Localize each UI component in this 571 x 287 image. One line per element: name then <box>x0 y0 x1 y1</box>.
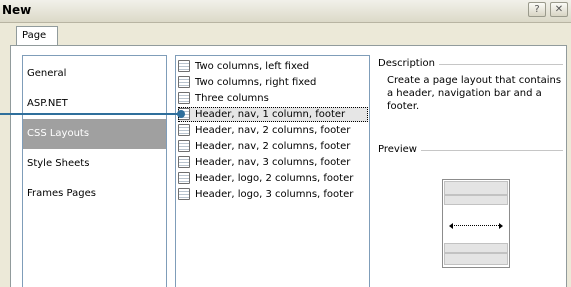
page-layout-icon <box>178 60 190 72</box>
close-button[interactable]: ✕ <box>550 2 568 17</box>
preview-bottom-band <box>444 253 508 265</box>
category-list[interactable]: General ASP.NET CSS Layouts Style Sheets… <box>22 55 167 287</box>
layout-item[interactable]: Header, logo, 2 columns, footer <box>178 171 368 186</box>
page-layout-icon <box>178 124 190 136</box>
preview-footer-band <box>444 243 508 253</box>
preview-header-band <box>444 181 508 195</box>
layout-item-label: Header, nav, 2 columns, footer <box>195 125 351 136</box>
dialog-title: New <box>2 3 32 17</box>
category-item-general[interactable]: General <box>23 59 166 89</box>
layout-item[interactable]: Two columns, left fixed <box>178 59 368 74</box>
help-button[interactable]: ? <box>528 2 546 17</box>
layout-item-label: Header, nav, 1 column, footer <box>195 109 346 120</box>
layout-item[interactable]: Header, nav, 2 columns, footer <box>178 123 368 138</box>
description-label: Description <box>378 58 439 69</box>
page-layout-icon <box>178 188 190 200</box>
callout-dot <box>177 110 185 118</box>
layout-item-label: Header, nav, 2 columns, footer <box>195 141 351 152</box>
layout-item-selected[interactable]: Header, nav, 1 column, footer <box>178 107 368 122</box>
description-divider <box>435 64 563 65</box>
preview-divider <box>418 150 563 151</box>
close-icon: ✕ <box>554 4 564 15</box>
layout-item[interactable]: Header, nav, 2 columns, footer <box>178 139 368 154</box>
preview-width-arrow-icon <box>449 223 503 229</box>
page-layout-icon <box>178 140 190 152</box>
tab-page[interactable]: Page <box>16 26 58 46</box>
category-item-style-sheets[interactable]: Style Sheets <box>23 149 166 179</box>
title-bar[interactable]: New ? ✕ <box>0 0 571 23</box>
new-dialog: New ? ✕ Page General ASP.NET CSS Layouts… <box>0 0 571 287</box>
preview-nav-band <box>444 195 508 205</box>
layout-item-label: Header, nav, 3 columns, footer <box>195 157 351 168</box>
callout-line <box>0 113 180 115</box>
layout-list[interactable]: Two columns, left fixed Two columns, rig… <box>175 55 370 287</box>
page-layout-icon <box>178 76 190 88</box>
layout-item-label: Two columns, right fixed <box>195 77 317 88</box>
tab-strip: Page <box>0 22 571 46</box>
layout-preview-thumbnail <box>442 179 510 268</box>
layout-item[interactable]: Header, nav, 3 columns, footer <box>178 155 368 170</box>
layout-item[interactable]: Header, logo, 3 columns, footer <box>178 187 368 202</box>
preview-label: Preview <box>378 144 421 155</box>
layout-item-label: Two columns, left fixed <box>195 61 310 72</box>
page-layout-icon <box>178 156 190 168</box>
description-text: Create a page layout that contains a hea… <box>387 75 562 112</box>
help-icon: ? <box>534 4 540 15</box>
page-layout-icon <box>178 172 190 184</box>
layout-item[interactable]: Three columns <box>178 91 368 106</box>
category-item-css-layouts[interactable]: CSS Layouts <box>23 119 166 149</box>
layout-item[interactable]: Two columns, right fixed <box>178 75 368 90</box>
layout-item-label: Three columns <box>195 93 269 104</box>
layout-item-label: Header, logo, 3 columns, footer <box>195 189 354 200</box>
layout-item-label: Header, logo, 2 columns, footer <box>195 173 354 184</box>
page-layout-icon <box>178 92 190 104</box>
category-item-frames-pages[interactable]: Frames Pages <box>23 179 166 209</box>
